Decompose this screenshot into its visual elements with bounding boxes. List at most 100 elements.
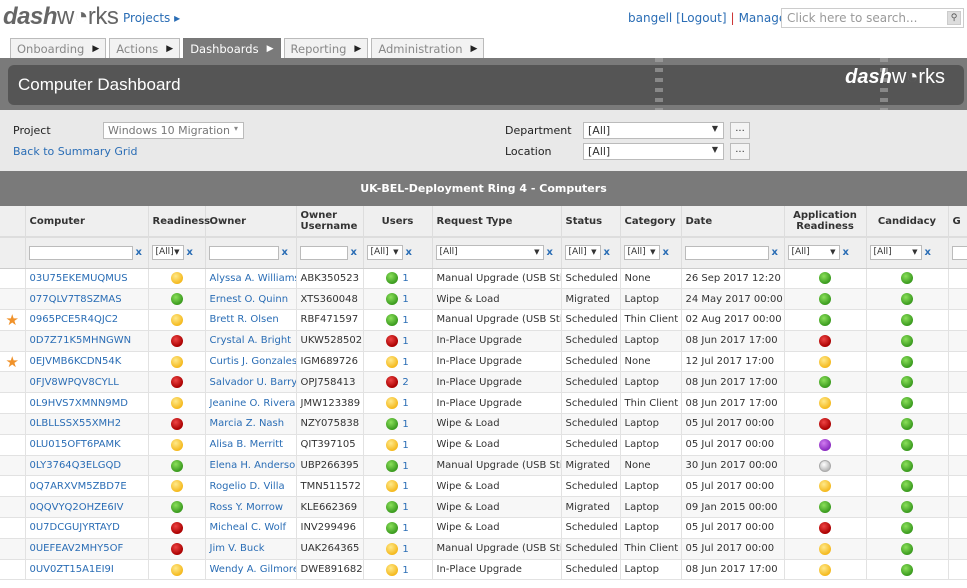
computer-link[interactable]: 0D7Z71K5MHNGWN [30, 335, 132, 346]
table-row[interactable]: 0UV0ZT15A1EI9I Wendy A. Gilmore DWE89168… [0, 559, 967, 581]
users-count-link[interactable]: 1 [402, 440, 408, 451]
favourite-cell[interactable] [0, 475, 26, 498]
clear-filter-icon[interactable]: x [282, 247, 288, 258]
users-count-link[interactable]: 1 [402, 294, 408, 305]
users-count-link[interactable]: 1 [402, 461, 408, 472]
owner-link[interactable]: Curtis J. Gonzales [210, 356, 296, 367]
favourite-cell[interactable] [0, 559, 26, 581]
favourite-cell[interactable] [0, 413, 26, 435]
logout-link[interactable]: [Logout] [676, 11, 726, 25]
users-count-link[interactable]: 1 [402, 336, 408, 347]
computer-link[interactable]: 077QLV7T8SZMAS [30, 294, 122, 305]
computer-link[interactable]: 0LY3764Q3ELGQD [30, 460, 122, 471]
favourite-cell[interactable] [0, 371, 26, 394]
clear-filter-icon[interactable]: x [187, 247, 193, 258]
star-icon[interactable]: ★ [6, 353, 19, 371]
clear-filter-icon[interactable]: x [406, 247, 412, 258]
table-row[interactable]: 0UEFEAV2MHY5OF Jim V. Buck UAK264365 1 M… [0, 538, 967, 560]
owner-link[interactable]: Micheal C. Wolf [210, 522, 287, 533]
column-filter-input[interactable] [684, 245, 769, 260]
favourite-cell[interactable] [0, 538, 26, 560]
favourite-cell[interactable] [0, 496, 26, 519]
column-header[interactable]: Application Readiness [784, 206, 867, 237]
star-icon[interactable]: ★ [6, 311, 19, 329]
table-row[interactable]: 0LY3764Q3ELGQD Elena H. Anderson UBP2663… [0, 455, 967, 477]
table-row[interactable]: ★ 0965PCE5R4QJC2 Brett R. Olsen RBF47159… [0, 309, 967, 331]
users-count-link[interactable]: 1 [402, 419, 408, 430]
column-filter-select[interactable]: [All] ▼ [366, 245, 403, 261]
owner-link[interactable]: Ernest O. Quinn [210, 294, 289, 305]
table-row[interactable]: 0LBLLSSX55XMH2 Marcia Z. Nash NZY075838 … [0, 413, 967, 435]
clear-filter-icon[interactable]: x [663, 247, 669, 258]
owner-link[interactable]: Marcia Z. Nash [210, 418, 285, 429]
computer-link[interactable]: 0965PCE5R4QJC2 [30, 314, 119, 325]
clear-filter-icon[interactable]: x [604, 247, 610, 258]
favourite-cell[interactable] [0, 517, 26, 539]
computer-link[interactable]: 03U75EKEMUQMUS [30, 273, 128, 284]
project-select[interactable]: Windows 10 Migration ▾ [103, 122, 244, 139]
owner-link[interactable]: Jim V. Buck [210, 543, 265, 554]
users-count-link[interactable]: 1 [402, 544, 408, 555]
tab-administration[interactable]: Administration ▶ [371, 38, 485, 59]
users-count-link[interactable]: 1 [402, 273, 408, 284]
favourite-cell[interactable]: ★ [0, 309, 26, 331]
username-link[interactable]: bangell [628, 11, 672, 25]
column-filter-select[interactable]: [All] ▼ [787, 245, 840, 261]
back-to-summary-link[interactable]: Back to Summary Grid [13, 145, 137, 158]
owner-link[interactable]: Brett R. Olsen [210, 314, 279, 325]
column-header[interactable]: Readiness [148, 206, 210, 237]
computer-link[interactable]: 0UV0ZT15A1EI9I [30, 564, 114, 575]
column-filter-select[interactable]: [All] ▼ [564, 245, 601, 261]
users-count-link[interactable]: 1 [402, 357, 408, 368]
computer-link[interactable]: 0LBLLSSX55XMH2 [30, 418, 122, 429]
department-more-button[interactable]: ... [730, 122, 750, 139]
owner-link[interactable]: Alyssa A. Williams [210, 273, 296, 284]
column-filter-input[interactable] [28, 245, 133, 260]
column-header[interactable]: Request Type [432, 206, 562, 237]
computer-link[interactable]: 0L9HVS7XMNN9MD [30, 398, 129, 409]
projects-menu[interactable]: Projects ▸ [123, 11, 180, 25]
table-row[interactable]: 0Q7ARXVM5ZBD7E Rogelio D. Villa TMN51157… [0, 475, 967, 498]
owner-link[interactable]: Salvador U. Barry [210, 377, 296, 388]
favourite-cell[interactable]: ★ [0, 351, 26, 373]
owner-link[interactable]: Wendy A. Gilmore [210, 564, 296, 575]
computer-link[interactable]: 0FJV8WPQV8CYLL [30, 377, 119, 388]
users-count-link[interactable]: 1 [402, 481, 408, 492]
favourite-cell[interactable] [0, 288, 26, 311]
computer-link[interactable]: 0U7DCGUJYRTAYD [30, 522, 120, 533]
table-row[interactable]: 0LU015OFT6PAMK Alisa B. Merritt QIT39710… [0, 434, 967, 456]
users-count-link[interactable]: 1 [402, 502, 408, 513]
dashworks-logo[interactable]: dashw◔rks [3, 3, 119, 31]
table-row[interactable]: 0QQVYQ2OHZE6IV Ross Y. Morrow KLE662369 … [0, 496, 967, 519]
favourite-cell[interactable] [0, 455, 26, 477]
owner-link[interactable]: Ross Y. Morrow [210, 502, 284, 513]
column-header[interactable]: Date [681, 206, 785, 237]
computer-link[interactable]: 0LU015OFT6PAMK [30, 439, 121, 450]
favourite-cell[interactable] [0, 392, 26, 415]
users-count-link[interactable]: 2 [402, 377, 408, 388]
column-filter-select[interactable]: [All] ▼ [869, 245, 922, 261]
manage-link[interactable]: Manage [739, 11, 787, 25]
column-header[interactable]: G [948, 206, 967, 237]
table-row[interactable]: ★ 0EJVMB6KCDN54K Curtis J. Gonzales IGM6… [0, 351, 967, 373]
clear-filter-icon[interactable]: x [547, 247, 553, 258]
column-filter-input[interactable] [299, 245, 348, 260]
users-count-link[interactable]: 1 [402, 315, 408, 326]
users-count-link[interactable]: 1 [402, 398, 408, 409]
location-select[interactable]: [All] ▼ [583, 143, 724, 160]
department-select[interactable]: [All] ▼ [583, 122, 724, 139]
column-header[interactable]: Users [363, 206, 433, 237]
table-row[interactable]: 077QLV7T8SZMAS Ernest O. Quinn XTS360048… [0, 288, 967, 311]
owner-link[interactable]: Rogelio D. Villa [210, 481, 285, 492]
owner-link[interactable]: Elena H. Anderson [210, 460, 296, 471]
computer-link[interactable]: 0UEFEAV2MHY5OF [30, 543, 124, 554]
tab-dashboards[interactable]: Dashboards ▶ [183, 38, 281, 59]
favourite-cell[interactable] [0, 330, 26, 352]
location-more-button[interactable]: ... [730, 143, 750, 160]
favourite-cell[interactable] [0, 268, 26, 290]
clear-filter-icon[interactable]: x [351, 247, 357, 258]
users-count-link[interactable]: 1 [402, 565, 408, 576]
computer-link[interactable]: 0QQVYQ2OHZE6IV [30, 502, 124, 513]
owner-link[interactable]: Jeanine O. Rivera [210, 398, 296, 409]
table-row[interactable]: 0U7DCGUJYRTAYD Micheal C. Wolf INV299496… [0, 517, 967, 539]
